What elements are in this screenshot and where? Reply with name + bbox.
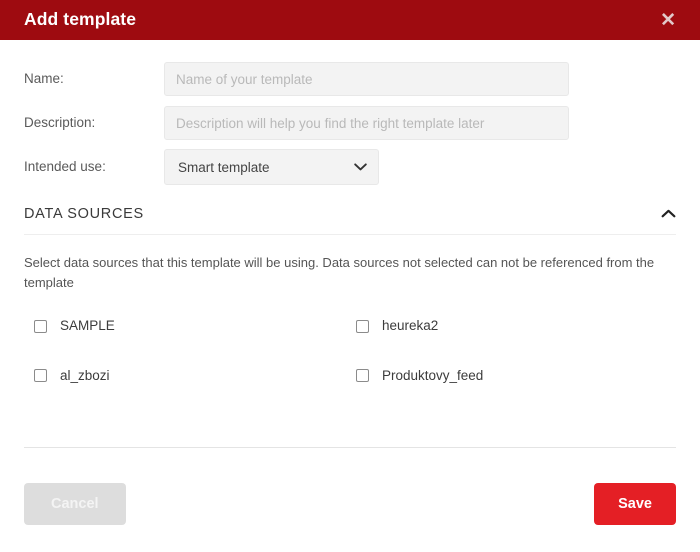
data-source-label: Produktovy_feed: [382, 367, 484, 383]
data-source-label: heureka2: [382, 318, 439, 334]
form-row-intended-use: Intended use: Smart template: [24, 149, 676, 185]
description-label: Description:: [24, 115, 96, 131]
data-source-checkbox-produktovy-feed[interactable]: Produktovy_feed: [356, 369, 676, 383]
add-template-dialog: Add template ✕ Name: Description: Intend…: [0, 0, 700, 552]
data-source-label: SAMPLE: [60, 318, 115, 334]
intended-use-select-wrap: Smart template: [164, 149, 379, 185]
data-source-label: al_zbozi: [60, 367, 110, 383]
checkbox-icon[interactable]: [34, 319, 47, 333]
intended-use-select[interactable]: Smart template: [164, 149, 379, 185]
dialog-title: Add template: [24, 9, 137, 30]
close-icon[interactable]: ✕: [655, 8, 681, 33]
data-source-checkbox-heureka2[interactable]: heureka2: [356, 319, 676, 333]
checkbox-icon[interactable]: [34, 369, 47, 383]
section-divider: [24, 234, 676, 235]
description-input[interactable]: [164, 106, 569, 140]
dialog-body: Name: Description: Intended use: Smart t…: [0, 40, 700, 552]
data-source-checkbox-al-zbozi[interactable]: al_zbozi: [34, 369, 356, 383]
form-area: Name: Description: Intended use: Smart t…: [0, 40, 700, 185]
intended-use-label: Intended use:: [24, 159, 106, 175]
dialog-header: Add template ✕: [0, 0, 700, 40]
footer-divider: [24, 447, 676, 448]
checkbox-icon[interactable]: [356, 369, 369, 383]
name-input[interactable]: [164, 62, 569, 96]
form-row-description: Description:: [24, 106, 676, 140]
cancel-button[interactable]: Cancel: [24, 482, 126, 526]
data-sources-list: SAMPLE heureka2 al_zbozi Produktovy_feed: [24, 319, 676, 383]
data-source-checkbox-sample[interactable]: SAMPLE: [34, 319, 356, 333]
name-label: Name:: [24, 71, 64, 87]
data-sources-section: DATA SOURCES Select data sources that th…: [0, 206, 700, 383]
dialog-footer: Cancel Save: [0, 456, 700, 552]
form-row-name: Name:: [24, 62, 676, 96]
data-sources-description: Select data sources that this template w…: [24, 255, 655, 291]
save-button[interactable]: Save: [594, 482, 676, 526]
chevron-up-icon[interactable]: [661, 206, 676, 222]
data-sources-title: DATA SOURCES: [24, 205, 144, 222]
checkbox-icon[interactable]: [356, 319, 369, 333]
data-sources-header[interactable]: DATA SOURCES: [24, 206, 676, 234]
